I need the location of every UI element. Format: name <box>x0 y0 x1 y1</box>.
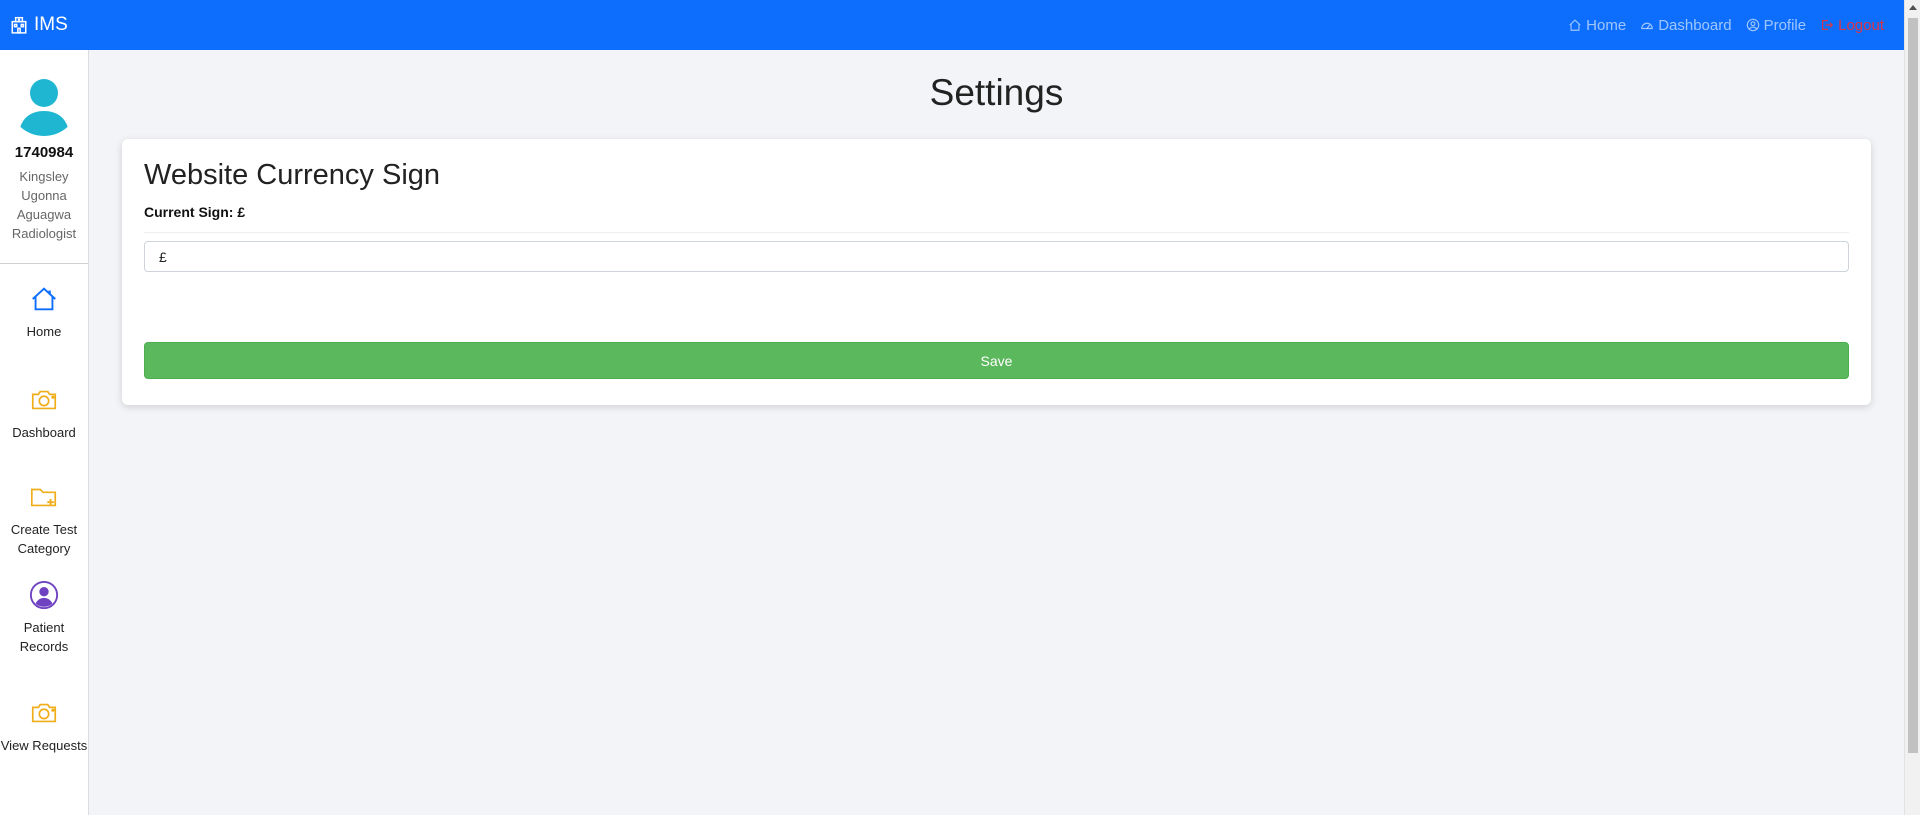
scroll-thumb[interactable] <box>1908 18 1918 753</box>
divider <box>144 232 1849 233</box>
home-icon <box>32 287 56 311</box>
user-name: Kingsley Ugonna Aguagwa <box>16 169 72 222</box>
sidebar: 1740984 Kingsley Ugonna Aguagwa Radiolog… <box>0 50 89 815</box>
nav-dashboard-link[interactable]: Dashboard <box>1640 16 1732 34</box>
avatar <box>9 66 79 136</box>
sidebar-item-label: View Requests <box>0 738 88 753</box>
sidebar-item-label: Home <box>26 324 62 339</box>
nav-profile-label: Profile <box>1763 16 1807 34</box>
sidebar-item-view-requests[interactable]: View Requests <box>0 698 88 798</box>
sidebar-item-create-test-category[interactable]: Create Test Category <box>0 462 88 580</box>
nav-home-label: Home <box>1586 16 1627 34</box>
top-navbar: IMS Home Dashboard Profile Logout <box>0 0 1904 50</box>
sidebar-item-home[interactable]: Home <box>0 264 88 363</box>
person-circle-icon <box>29 580 59 610</box>
camera-icon <box>31 390 57 410</box>
nav-links: Home Dashboard Profile Logout <box>1568 17 1894 34</box>
person-circle-icon <box>1746 18 1759 32</box>
sidebar-item-label: Dashboard <box>12 425 76 440</box>
nav-home-link[interactable]: Home <box>1568 17 1626 34</box>
save-button[interactable]: Save <box>144 342 1849 379</box>
scroll-up-arrow-icon[interactable] <box>1909 5 1917 10</box>
folder-plus-icon <box>30 488 57 507</box>
sidebar-item-label: Create Test Category <box>10 522 78 556</box>
user-avatar-icon <box>9 66 79 136</box>
sidebar-item-label: Patient Records <box>19 620 69 654</box>
sidebar-item-patient-records[interactable]: Patient Records <box>0 580 88 698</box>
brand[interactable]: IMS <box>10 14 68 36</box>
scrollbar[interactable] <box>1904 0 1920 815</box>
nav-dashboard-label: Dashboard <box>1658 16 1732 34</box>
nav-profile-link[interactable]: Profile <box>1746 16 1807 34</box>
page-title: Settings <box>929 72 1064 113</box>
home-icon <box>1569 19 1581 31</box>
user-id: 1740984 <box>14 144 74 161</box>
currency-settings-card: Website Currency Sign Current Sign: £ Sa… <box>122 139 1871 405</box>
camera-icon <box>31 703 57 723</box>
hospital-icon <box>11 16 27 34</box>
user-profile: 1740984 Kingsley Ugonna Aguagwa Radiolog… <box>0 50 88 264</box>
nav-logout-label: Logout <box>1838 16 1884 34</box>
currency-sign-input[interactable] <box>144 241 1849 272</box>
logout-icon <box>1822 20 1834 30</box>
card-title: Website Currency Sign <box>144 159 441 191</box>
sidebar-item-dashboard[interactable]: Dashboard <box>0 363 88 462</box>
user-role: Radiologist <box>11 226 77 241</box>
speedometer-icon <box>1641 22 1654 30</box>
current-sign-label: Current Sign: £ <box>144 204 246 220</box>
brand-label: IMS <box>34 14 68 35</box>
nav-logout-link[interactable]: Logout <box>1820 17 1884 34</box>
